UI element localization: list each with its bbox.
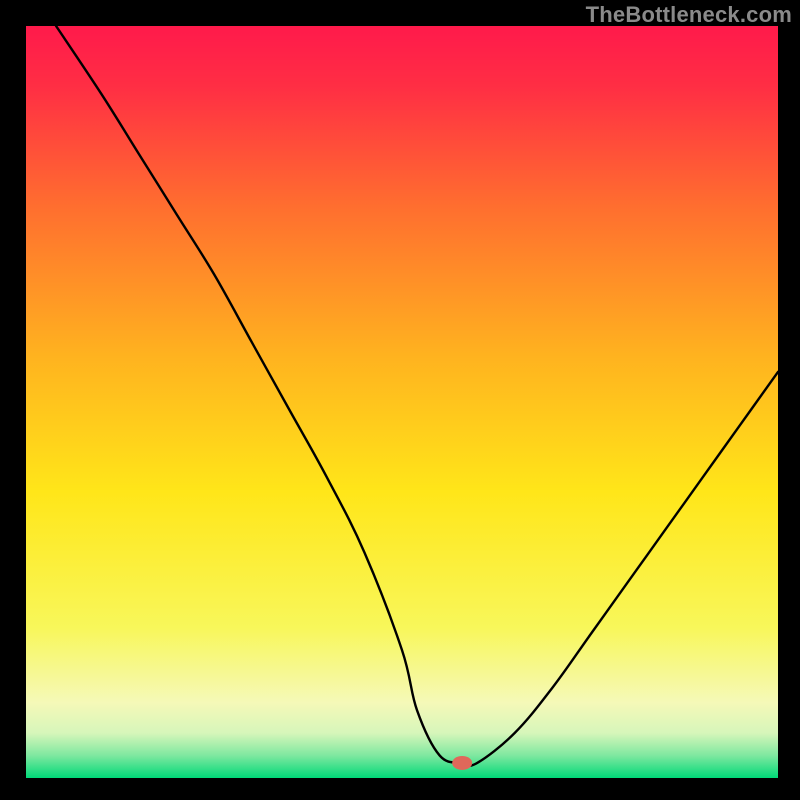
chart-frame: TheBottleneck.com <box>0 0 800 800</box>
gradient-background <box>26 26 778 778</box>
bottleneck-plot <box>26 26 778 778</box>
zero-marker <box>452 756 472 770</box>
watermark-text: TheBottleneck.com <box>586 2 792 28</box>
